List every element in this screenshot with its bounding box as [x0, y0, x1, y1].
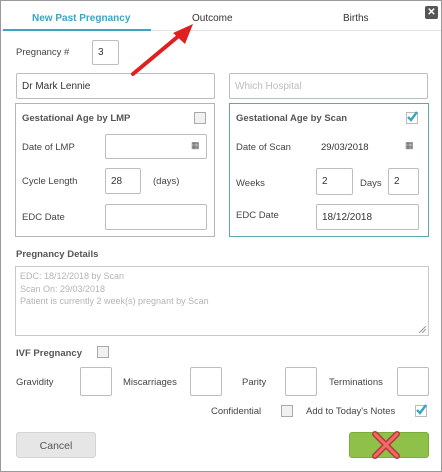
red-arrow-annotation — [131, 24, 193, 76]
annotation-overlay — [131, 24, 400, 459]
past-pregnancy-dialog: New Past Pregnancy Outcome Births ✕ Preg… — [0, 0, 442, 472]
red-x-icon — [372, 431, 400, 459]
